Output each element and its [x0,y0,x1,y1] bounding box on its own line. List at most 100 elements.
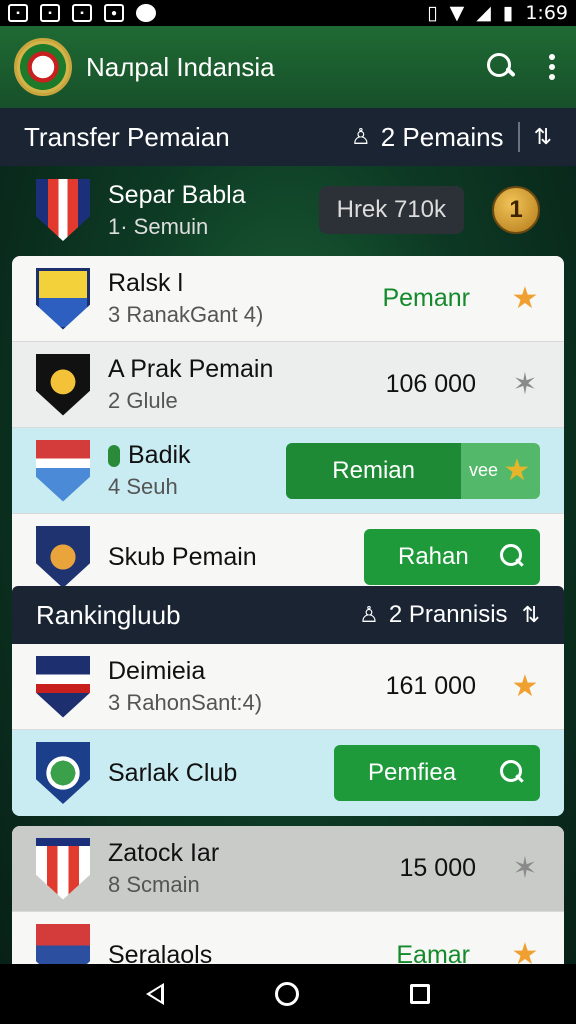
item-action-link[interactable]: Pemanr [382,284,470,313]
club-crest-icon [36,655,90,718]
item-name-block: Seralaols [108,941,212,965]
search-icon[interactable] [486,52,516,82]
star-outline-icon[interactable]: ✶ [510,369,540,400]
third-list: Zatock Iar 8 Scmain 15 000 ✶ Seralaols E… [12,826,564,964]
battery-icon: ▮ [502,2,514,24]
item-name-block: Deimieia 3 RahonSant:4) [108,657,262,716]
club-crest-icon [36,353,90,416]
person-icon: ♙ [359,602,379,627]
list-item[interactable]: A Prak Pemain 2 Glule 106 000 ✶ [12,342,564,428]
item-name-block: Sarlak Club [108,759,237,788]
image-icon: ▪ [40,4,60,22]
item-name: Zatock Iar [108,839,220,867]
header-divider [517,122,520,152]
star-icon[interactable]: ★ [510,283,540,314]
ranking-section-title: Rankingluub [36,599,181,630]
club-crest-icon [36,439,90,502]
star-icon[interactable]: ★ [510,671,540,702]
transfer-count-label: 2 Pemains [380,121,504,152]
star-icon[interactable]: ★ [510,940,540,965]
item-name-text: Badik [128,441,191,469]
remian-button[interactable]: Remian vee ★ [286,442,540,499]
transfer-count[interactable]: ♙ 2 2 Pemains [351,122,504,153]
item-name-block: Ralsk l 3 RanakGant 4) [108,269,263,328]
featured-player[interactable]: Separ Babla 1· Semuin Hrek 710k 1 [12,168,564,252]
item-value: 106 000 [385,370,476,398]
person-icon: ♙ [350,124,371,149]
search-icon [500,760,526,786]
wifi-icon: ▼ [449,2,465,24]
ranking-list: Deimieia 3 RahonSant:4) 161 000 ★ Sarlak… [12,644,564,816]
back-icon[interactable] [145,983,164,1005]
ranking-count[interactable]: ♙ 2 Prannisis [359,601,507,629]
app-logo [14,38,72,96]
item-name: Ralsk l [108,269,184,297]
list-item[interactable]: Ralsk l 3 RanakGant 4) Pemanr ★ [12,256,564,342]
club-crest-icon [36,837,90,900]
side-label: vee [468,460,498,480]
item-name: Deimieia [108,657,206,685]
item-name: A Prak Pemain [108,355,274,383]
list-item[interactable]: Sarlak Club Pemfiea [12,730,564,816]
club-crest-icon [36,526,90,588]
status-dot-icon [108,445,120,468]
list-item[interactable]: Badik 4 Seuh Remian vee ★ [12,428,564,514]
navigation-bar [0,964,576,1024]
rahan-button-label: Rahan [398,543,469,570]
item-value: 15 000 [399,854,476,882]
app-bar: Naлpal Indansia [0,26,576,108]
app-actions [486,52,562,82]
featured-name-block: Separ Babla 1· Semuin [108,181,246,240]
rank-medal-icon: 1 [492,186,540,234]
featured-price[interactable]: Hrek 710k [318,186,464,234]
star-icon: ★ [503,453,531,487]
pemfiea-button[interactable]: Pemfiea [334,745,540,801]
signal-icon: ◢ [476,2,491,24]
featured-name: Separ Babla [108,180,246,209]
remian-button-side[interactable]: vee ★ [460,442,540,499]
home-icon[interactable] [274,982,299,1006]
transfer-section-title: Transfer Pemaian [24,121,230,152]
pemfiea-button-label: Pemfiea [368,759,457,786]
featured-sub: 1· Semuin [108,213,209,239]
item-name-block: Badik 4 Seuh [108,441,191,500]
status-right-icons: ▯ ▼ ◢ ▮ 1:69 [427,2,568,24]
ranking-count-label: 2 Prannisis [388,601,508,628]
item-name-block: A Prak Pemain 2 Glule [108,355,273,414]
list-item[interactable]: Seralaols Eamar ★ [12,912,564,964]
item-name: Seralaols [108,940,213,965]
club-crest-icon [36,267,90,330]
list-item[interactable]: Deimieia 3 RahonSant:4) 161 000 ★ [12,644,564,730]
notification-icon: ▪ [8,4,28,22]
club-crest-icon [36,742,90,804]
item-name: Badik [108,441,191,470]
item-sub: 8 Scmain [108,872,200,897]
sort-icon[interactable]: ⇅ [522,602,540,628]
status-time: 1:69 [525,2,568,24]
sync-icon [136,4,156,22]
vibrate-icon: ▯ [427,2,438,24]
app-title: Naлpal Indansia [86,51,275,82]
ranking-section-header: Rankingluub ♙ 2 Prannisis ⇅ [12,586,564,644]
status-bar: ▪ ▪ ▪ ● ▯ ▼ ◢ ▮ 1:69 [0,0,576,26]
gallery-icon: ▪ [72,4,92,22]
search-icon [500,544,526,570]
status-left-icons: ▪ ▪ ▪ ● [8,4,156,22]
recent-apps-icon[interactable] [410,984,431,1004]
club-crest-icon [36,924,90,964]
item-sub: 3 RanakGant 4) [108,302,264,327]
more-options-icon[interactable] [542,54,562,80]
club-crest-icon [36,179,90,241]
star-outline-icon[interactable]: ✶ [510,853,540,884]
item-name-block: Skub Pemain [108,543,257,572]
item-sub: 3 RahonSant:4) [108,690,263,715]
item-sub: 4 Seuh [108,474,178,499]
item-name: Sarlak Club [108,758,238,787]
sort-icon[interactable]: ⇅ [534,124,552,150]
list-item[interactable]: Zatock Iar 8 Scmain 15 000 ✶ [12,826,564,912]
item-value: 161 000 [385,672,476,700]
item-sub: 2 Glule [108,388,178,413]
item-action-link[interactable]: Eamar [396,941,470,965]
camera-icon: ● [104,4,124,22]
rahan-button[interactable]: Rahan [364,529,540,585]
